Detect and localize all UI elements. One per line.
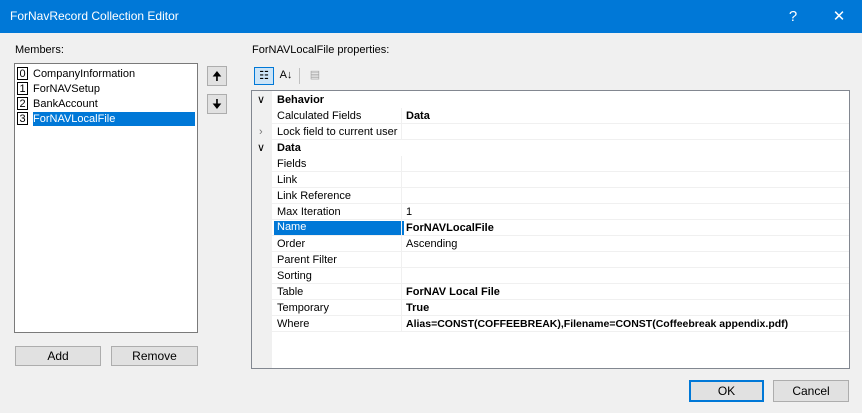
member-name: ForNAVSetup [33, 83, 101, 95]
property-value[interactable]: ForNAV Local File [406, 286, 500, 298]
arrow-up-icon: 🠉 [212, 69, 222, 83]
property-row[interactable]: Calculated Fields Data [252, 108, 849, 124]
column-divider [401, 124, 402, 140]
column-divider [401, 108, 402, 124]
property-name: Link Reference [277, 190, 351, 202]
column-divider [401, 316, 402, 332]
column-divider [401, 300, 402, 316]
property-name: Calculated Fields [277, 110, 362, 122]
list-item-selected[interactable]: 3 ForNAVLocalFile [16, 112, 197, 126]
property-name: Max Iteration [277, 206, 341, 218]
property-value[interactable]: Ascending [406, 238, 457, 250]
member-index: 2 [17, 97, 28, 110]
property-row[interactable]: › Lock field to current user only [252, 124, 849, 140]
list-item[interactable]: 0 CompanyInformation [16, 67, 197, 81]
column-divider [401, 156, 402, 172]
member-index: 3 [17, 112, 28, 125]
move-down-button[interactable]: 🠋 [207, 94, 227, 114]
property-name: Table [277, 286, 304, 298]
chevron-right-icon[interactable]: › [259, 126, 263, 138]
property-row[interactable]: Parent Filter [252, 252, 849, 268]
row-divider [272, 331, 849, 332]
window-title: ForNavRecord Collection Editor [10, 9, 179, 23]
column-divider [401, 252, 402, 268]
property-name: Fields [277, 158, 307, 170]
toolbar-separator [299, 68, 300, 84]
arrow-down-icon: 🠋 [212, 97, 222, 111]
property-value[interactable]: 1 [406, 206, 412, 218]
property-name: Parent Filter [277, 254, 337, 266]
member-index: 1 [17, 82, 28, 95]
help-icon[interactable]: ? [770, 0, 816, 33]
category-name: Data [277, 142, 301, 154]
property-row[interactable]: Link [252, 172, 849, 188]
member-name: ForNAVLocalFile [33, 112, 196, 126]
property-pages-icon[interactable]: ▤ [305, 67, 325, 85]
members-label: Members: [15, 44, 64, 56]
column-divider [401, 220, 402, 236]
property-row[interactable]: Table ForNAV Local File [252, 284, 849, 300]
column-divider [401, 188, 402, 204]
cancel-button[interactable]: Cancel [773, 380, 849, 402]
category-data[interactable]: ∨ Data [252, 140, 849, 156]
property-value[interactable]: Alias=CONST(COFFEEBREAK),Filename=CONST(… [406, 318, 788, 330]
close-icon[interactable]: ✕ [816, 0, 862, 33]
properties-label: ForNAVLocalFile properties: [252, 44, 390, 56]
chevron-down-icon[interactable]: ∨ [257, 93, 265, 106]
property-grid[interactable]: ∨ Behavior Calculated Fields Data › Lock… [251, 90, 850, 369]
members-list[interactable]: 0 CompanyInformation 1 ForNAVSetup 2 Ban… [14, 63, 198, 333]
column-divider [401, 204, 402, 220]
property-row[interactable]: Link Reference [252, 188, 849, 204]
property-name: Where [277, 318, 310, 330]
column-divider [401, 172, 402, 188]
property-name: Lock field to current user only [277, 126, 399, 138]
property-name: Temporary [277, 302, 329, 314]
list-item[interactable]: 2 BankAccount [16, 97, 197, 111]
property-value[interactable]: True [406, 302, 429, 314]
add-button[interactable]: Add [15, 346, 101, 366]
member-name: BankAccount [33, 98, 98, 110]
column-divider [401, 284, 402, 300]
property-name: Link [277, 174, 298, 186]
property-row[interactable]: Where Alias=CONST(COFFEEBREAK),Filename=… [252, 316, 849, 332]
alphabetical-icon[interactable]: A↓ [276, 67, 296, 85]
property-name: Order [277, 238, 306, 250]
property-value[interactable]: Data [406, 110, 430, 122]
member-index: 0 [17, 67, 28, 80]
chevron-down-icon[interactable]: ∨ [257, 141, 265, 154]
property-row-selected[interactable]: Name ForNAVLocalFile [252, 220, 849, 236]
category-behavior[interactable]: ∨ Behavior [252, 92, 849, 108]
list-item[interactable]: 1 ForNAVSetup [16, 82, 197, 96]
property-row[interactable]: Max Iteration 1 [252, 204, 849, 220]
categorized-icon[interactable]: ☷ [254, 67, 274, 85]
property-row[interactable]: Order Ascending [252, 236, 849, 252]
property-row[interactable]: Temporary True [252, 300, 849, 316]
ok-button[interactable]: OK [689, 380, 764, 402]
column-divider [401, 268, 402, 284]
property-value[interactable]: ForNAVLocalFile [406, 222, 494, 234]
property-name: Sorting [277, 270, 312, 282]
member-name: CompanyInformation [33, 68, 136, 80]
title-bar: ForNavRecord Collection Editor ? ✕ [0, 0, 862, 33]
property-name: Name [274, 221, 404, 235]
move-up-button[interactable]: 🠉 [207, 66, 227, 86]
property-row[interactable]: Fields [252, 156, 849, 172]
property-row[interactable]: Sorting [252, 268, 849, 284]
remove-button[interactable]: Remove [111, 346, 198, 366]
category-name: Behavior [277, 94, 325, 106]
column-divider [401, 236, 402, 252]
